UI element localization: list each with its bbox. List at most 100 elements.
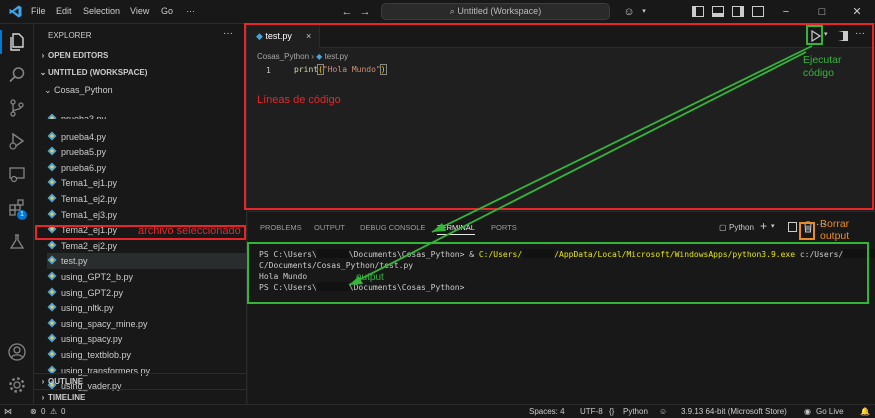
menu-go[interactable]: Go <box>161 6 173 16</box>
testing-flask-icon[interactable] <box>7 232 27 252</box>
python-file-icon <box>47 301 57 312</box>
encoding[interactable]: UTF-8 <box>580 407 603 416</box>
minimize-icon[interactable]: − <box>779 5 793 19</box>
explorer-sidebar: EXPLORER ··· › OPEN EDITORS ⌄ UNTITLED (WO… <box>34 24 247 404</box>
file-item[interactable]: prueba4.py <box>47 129 246 145</box>
file-item[interactable]: test.py <box>47 253 246 270</box>
file-item[interactable]: using_textblob.py <box>47 347 246 363</box>
close-window-icon[interactable]: ✕ <box>850 5 864 19</box>
file-label: using_nltk.py <box>61 303 114 314</box>
file-item[interactable]: Tema2_ej2.py <box>47 238 246 254</box>
file-item[interactable]: using_GPT2_b.py <box>47 269 246 285</box>
file-item[interactable]: prueba6.py <box>47 160 246 176</box>
python-file-icon <box>47 113 57 119</box>
file-label: test.py <box>61 256 88 267</box>
file-item[interactable]: using_spacy.py <box>47 331 246 347</box>
notifications-bell-icon[interactable]: 🔔 <box>860 407 870 416</box>
python-interpreter[interactable]: 3.9.13 64-bit (Microsoft Store) <box>681 407 787 416</box>
tab-debug-console[interactable]: DEBUG CONSOLE <box>360 223 425 232</box>
account-icon[interactable] <box>7 342 27 362</box>
remote-indicator-icon[interactable]: ⋈ <box>4 407 12 416</box>
bottom-panel: PROBLEMS OUTPUT DEBUG CONSOLE TERMINAL P… <box>248 211 875 404</box>
language-mode[interactable]: Python <box>623 407 648 416</box>
active-indicator <box>0 30 2 54</box>
file-label: using_spacy.py <box>61 334 123 345</box>
folder-cosas-python[interactable]: ⌄ Cosas_Python <box>44 82 113 98</box>
toggle-secondary-sidebar-icon[interactable] <box>732 6 744 17</box>
errors-icon[interactable]: ⊗ <box>30 407 37 416</box>
file-label: Tema1_ej2.py <box>61 194 118 204</box>
manage-gear-icon[interactable] <box>7 375 27 395</box>
explorer-more-dots[interactable]: ··· <box>223 28 233 39</box>
vscode-window: File Edit Selection View Go ··· ← → ⌕ Un… <box>0 0 875 418</box>
python-file-icon <box>47 286 57 297</box>
tab-terminal[interactable]: TERMINAL <box>437 223 475 235</box>
explorer-title: EXPLORER <box>48 31 92 40</box>
toggle-panel-icon[interactable] <box>712 6 724 17</box>
menu-selection[interactable]: Selection <box>83 6 120 16</box>
file-item[interactable]: Tema1_ej1.py <box>47 175 246 191</box>
copilot-status-icon[interactable]: ☺ <box>659 407 667 416</box>
outline-section[interactable]: › OUTLINE <box>34 373 246 389</box>
go-live-icon[interactable]: ◉ <box>804 407 811 416</box>
python-file-icon <box>47 317 57 328</box>
terminal-dropdown-icon[interactable]: ▾ <box>771 222 775 230</box>
python-file-icon <box>47 254 57 265</box>
python-file-icon <box>47 176 57 187</box>
source-control-icon[interactable] <box>7 98 27 118</box>
back-arrow-icon[interactable]: ← <box>340 5 354 19</box>
file-item[interactable]: Tema1_ej2.py <box>47 191 246 207</box>
file-item[interactable]: using_GPT2.py <box>47 285 246 301</box>
workspace-section[interactable]: ⌄ UNTITLED (WORKSPACE) <box>34 65 246 81</box>
menu-file[interactable]: File <box>31 6 46 16</box>
copilot-chevron-icon[interactable]: ▾ <box>637 5 651 19</box>
split-terminal-icon[interactable] <box>788 222 797 232</box>
file-item[interactable]: prueba5.py <box>47 144 246 160</box>
chevron-right-icon: › <box>41 51 45 60</box>
tab-ports[interactable]: PORTS <box>491 223 517 232</box>
remote-explorer-icon[interactable] <box>7 164 27 184</box>
explorer-icon[interactable] <box>7 32 27 52</box>
indentation[interactable]: Spaces: 4 <box>529 407 565 416</box>
toggle-sidebar-icon[interactable] <box>692 6 704 17</box>
file-item[interactable]: prueba3.py <box>47 113 246 119</box>
tab-problems[interactable]: PROBLEMS <box>260 223 302 232</box>
file-label: using_spacy_mine.py <box>61 318 148 329</box>
python-file-icon <box>47 130 57 141</box>
folder-label: Cosas_Python <box>54 85 113 95</box>
maximize-icon[interactable]: □ <box>815 5 829 19</box>
tab-output[interactable]: OUTPUT <box>314 223 345 232</box>
workspace-title: Untitled (Workspace) <box>457 6 542 16</box>
search-view-icon[interactable] <box>7 65 27 85</box>
annotation-archivo-label: archivo seleccionado <box>138 225 241 237</box>
menu-view[interactable]: View <box>130 6 149 16</box>
forward-arrow-icon[interactable]: → <box>358 5 372 19</box>
go-live[interactable]: Go Live <box>816 407 844 416</box>
chevron-right-icon: › <box>41 377 45 386</box>
language-braces-icon[interactable]: {} <box>609 407 614 416</box>
timeline-section[interactable]: › TIMELINE <box>34 389 246 404</box>
file-item[interactable]: using_spacy_mine.py <box>47 316 246 332</box>
vscode-logo-icon <box>9 5 22 18</box>
annotation-trash-box <box>799 222 815 240</box>
new-terminal-plus-icon[interactable]: + <box>760 219 767 233</box>
menu-edit[interactable]: Edit <box>56 6 72 16</box>
file-item[interactable]: Tema1_ej3.py <box>47 207 246 223</box>
more-menus-dots[interactable]: ··· <box>186 6 195 16</box>
file-item[interactable]: using_nltk.py <box>47 300 246 316</box>
status-bar: ⋈ ⊗ 0 ⚠ 0 Spaces: 4 UTF-8 {} Python ☺ 3.… <box>0 404 875 418</box>
customize-layout-icon[interactable] <box>752 6 764 17</box>
annotation-run-box <box>806 25 823 45</box>
terminal-shell-label[interactable]: Python <box>729 223 754 232</box>
python-file-icon <box>47 270 57 281</box>
run-debug-icon[interactable] <box>7 131 27 151</box>
command-center-search[interactable]: ⌕ Untitled (Workspace) <box>381 3 610 20</box>
open-editors-section[interactable]: › OPEN EDITORS <box>34 48 246 64</box>
python-file-icon <box>47 208 57 219</box>
warnings-icon[interactable]: ⚠ <box>50 407 57 416</box>
annotation-terminal-box <box>247 242 869 304</box>
python-file-icon <box>47 192 57 203</box>
activity-bar: 1 <box>0 24 34 404</box>
copilot-icon[interactable]: ☺ <box>622 5 636 19</box>
annotation-editor-box <box>244 23 874 210</box>
